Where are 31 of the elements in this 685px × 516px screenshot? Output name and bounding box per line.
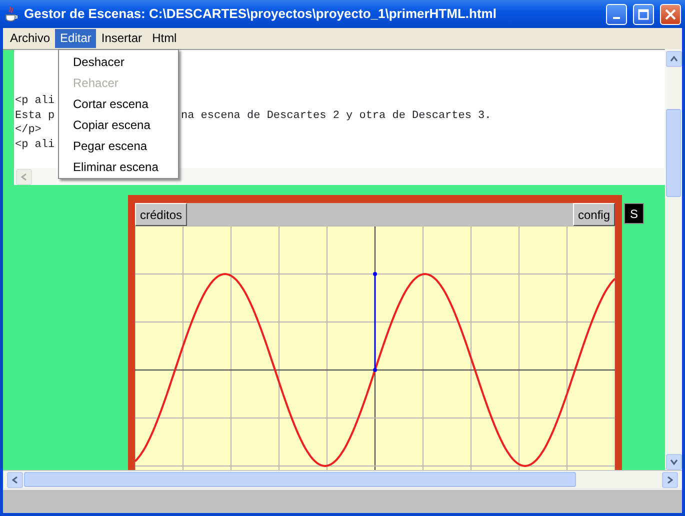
minimize-icon <box>613 17 620 19</box>
close-icon <box>665 8 676 20</box>
code-text: na escena de Descartes 2 y otra de Descartes 3. <box>181 108 492 123</box>
scroll-right-button[interactable] <box>662 472 678 488</box>
code-text: <p ali <box>15 95 55 107</box>
menu-item[interactable]: Html <box>147 29 182 48</box>
maximize-button[interactable] <box>633 4 654 24</box>
s-button[interactable]: S <box>624 203 644 224</box>
vertical-scroll-thumb[interactable] <box>666 109 681 197</box>
code-text: </p> <box>15 124 42 136</box>
close-button[interactable] <box>660 4 681 24</box>
menu-item[interactable]: Editar <box>55 29 96 48</box>
applet-button[interactable]: créditos <box>135 203 188 226</box>
maximize-icon <box>638 8 649 20</box>
window-title: Gestor de Escenas: C:\DESCARTES\proyectos\proyecto_1\primerHTML.html <box>24 5 498 24</box>
scroll-down-button[interactable] <box>666 454 682 470</box>
coffee-cup-icon <box>4 6 18 22</box>
code-text: Esta p <box>15 110 55 122</box>
menu-item[interactable]: Insertar <box>96 29 148 48</box>
menu-item[interactable]: Pegar escena <box>59 135 178 156</box>
scroll-up-button[interactable] <box>666 51 682 67</box>
menu-item[interactable]: Cortar escena <box>59 93 178 114</box>
code-text: <p ali <box>15 138 55 150</box>
menu-item[interactable]: Deshacer <box>59 51 178 72</box>
applet-button[interactable]: config <box>572 203 615 226</box>
menu-item[interactable]: Eliminar escena <box>59 156 178 177</box>
horizontal-scroll-thumb[interactable] <box>24 472 576 487</box>
minimize-button[interactable] <box>606 4 627 24</box>
menu-item[interactable]: Copiar escena <box>59 114 178 135</box>
menu-item[interactable]: Archivo <box>5 29 56 48</box>
scroll-left-button[interactable] <box>7 472 23 488</box>
